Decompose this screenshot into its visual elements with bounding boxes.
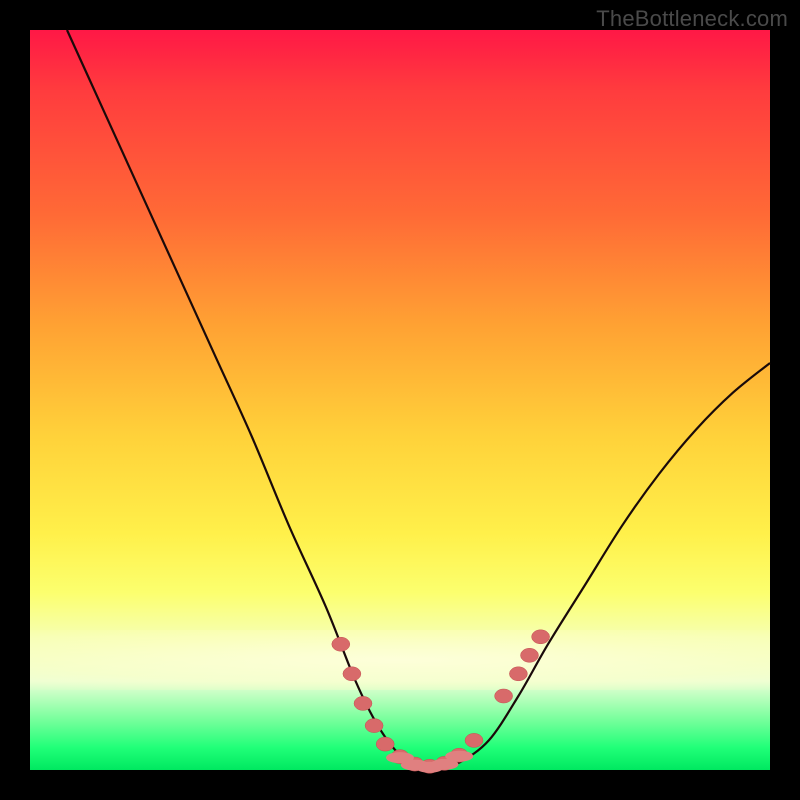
bead xyxy=(354,696,372,710)
bead xyxy=(495,689,513,703)
watermark-text: TheBottleneck.com xyxy=(596,6,788,32)
bottleneck-curve xyxy=(67,30,770,771)
bead xyxy=(465,733,483,747)
bead xyxy=(532,630,550,644)
bead xyxy=(343,667,361,681)
bead xyxy=(365,719,383,733)
bead-cluster xyxy=(332,630,550,774)
bead xyxy=(332,637,350,651)
plot-area xyxy=(30,30,770,770)
bead xyxy=(376,737,394,751)
bead-floor xyxy=(445,751,473,762)
bead xyxy=(521,648,539,662)
chart-svg xyxy=(30,30,770,770)
outer-frame: TheBottleneck.com xyxy=(0,0,800,800)
bead xyxy=(509,667,527,681)
